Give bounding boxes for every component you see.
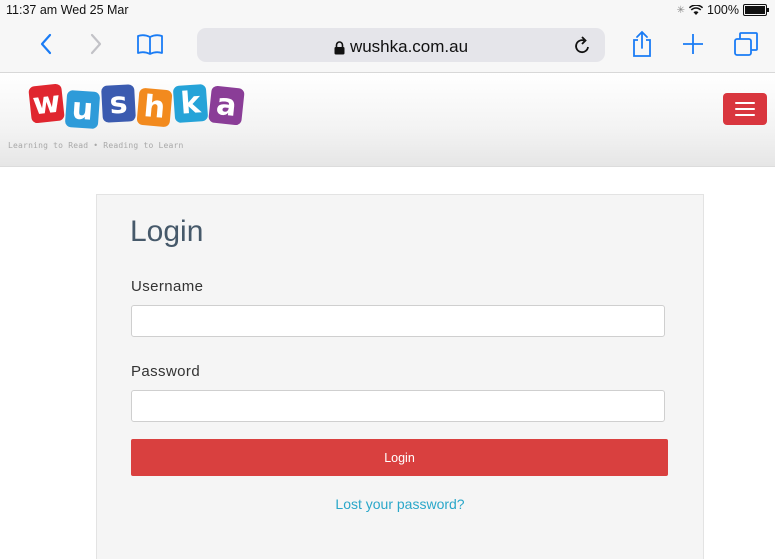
logo-letter-h: h <box>136 87 173 128</box>
share-icon[interactable] <box>626 28 658 60</box>
status-time-text: 11:37 am <box>6 3 58 17</box>
tabs-icon[interactable] <box>730 28 762 60</box>
login-title: Login <box>130 215 204 248</box>
lost-password-link[interactable]: Lost your password? <box>97 496 703 512</box>
lock-icon <box>334 40 345 55</box>
hamburger-line <box>735 114 755 116</box>
logo-letter-a: a <box>208 85 245 126</box>
password-input[interactable] <box>131 390 665 422</box>
site-header: w u s h k a Learning to Read • Reading t… <box>0 73 775 167</box>
wushka-logo[interactable]: w u s h k a <box>28 83 245 135</box>
login-button[interactable]: Login <box>131 439 668 476</box>
url-text: wushka.com.au <box>349 37 469 56</box>
status-bar: 11:37 am Wed 25 Mar ✳ 100% <box>0 0 775 20</box>
logo-letter-u: u <box>64 89 101 130</box>
hamburger-line <box>735 102 755 104</box>
logo-letter-k: k <box>172 83 209 124</box>
password-label: Password <box>131 363 201 380</box>
activity-icon: ✳ <box>676 4 686 16</box>
new-tab-icon[interactable] <box>677 28 709 60</box>
status-time: 11:37 am Wed 25 Mar <box>6 3 129 17</box>
login-panel: Login Username Password Login Lost your … <box>96 194 704 559</box>
address-text: wushka.com.au <box>197 37 605 57</box>
battery-icon <box>743 4 769 16</box>
back-icon[interactable] <box>30 28 62 60</box>
logo-letter-s: s <box>101 84 136 123</box>
reload-icon[interactable] <box>573 34 593 61</box>
username-label: Username <box>131 278 204 295</box>
browser-toolbar: wushka.com.au <box>0 20 775 73</box>
battery-percent: 100% <box>707 3 739 17</box>
hamburger-line <box>735 108 755 110</box>
forward-icon[interactable] <box>80 28 112 60</box>
logo-letter-w: w <box>28 83 65 124</box>
address-bar[interactable]: wushka.com.au <box>197 28 605 62</box>
wifi-icon <box>689 4 704 15</box>
username-input[interactable] <box>131 305 665 337</box>
status-date-text: Wed 25 Mar <box>60 3 129 17</box>
menu-button[interactable] <box>723 93 767 125</box>
status-right: ✳ 100% <box>676 3 769 17</box>
bookmarks-icon[interactable] <box>134 28 166 60</box>
site-tagline: Learning to Read • Reading to Learn <box>8 141 184 150</box>
